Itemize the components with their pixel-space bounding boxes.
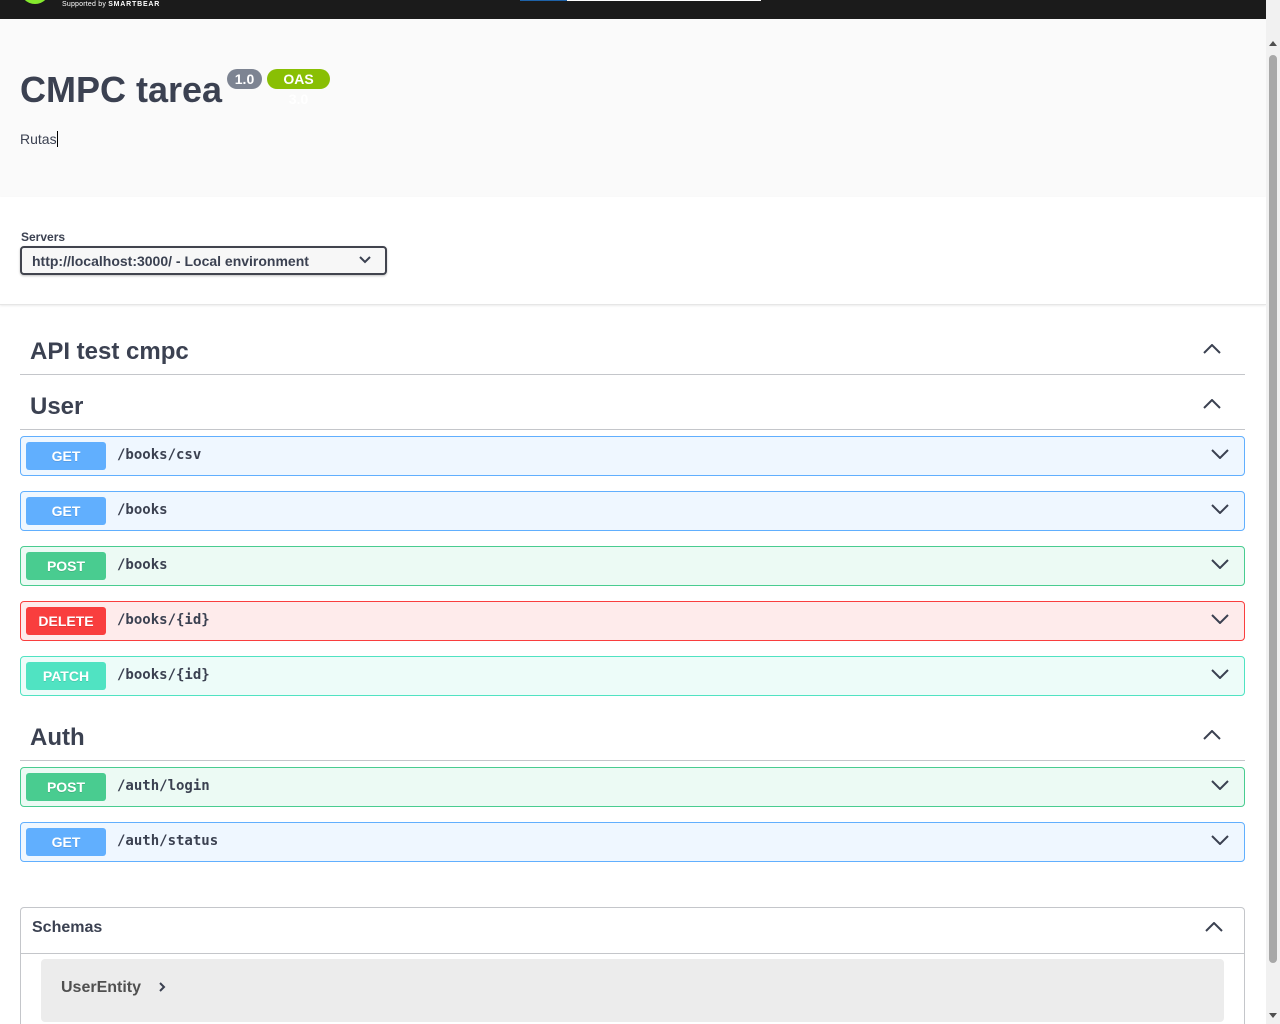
page-scrollbar[interactable] (1266, 0, 1280, 1024)
operation-patch-books-id[interactable]: PATCH /books/{id} (20, 656, 1245, 696)
chevron-down-icon (1211, 504, 1229, 514)
operation-get-auth-status[interactable]: GET /auth/status (20, 822, 1245, 862)
tag-title: API test cmpc (30, 338, 189, 365)
operation-get-books-csv[interactable]: GET /books/csv (20, 436, 1245, 476)
tag-title: Auth (30, 724, 85, 751)
servers-label: Servers (21, 230, 66, 244)
chevron-down-icon (1211, 835, 1229, 845)
schemas-section: Schemas UserEntity (20, 907, 1245, 1024)
scrollbar-thumb[interactable] (1269, 55, 1277, 963)
operation-get-books[interactable]: GET /books (20, 491, 1245, 531)
operation-post-auth-login[interactable]: POST /auth/login (20, 767, 1245, 807)
tag-header-user[interactable]: User (20, 385, 1245, 430)
method-badge: GET (26, 497, 106, 525)
operation-path: /books/csv (117, 447, 202, 463)
chevron-down-icon (1211, 449, 1229, 459)
chevron-down-icon (1211, 669, 1229, 679)
operation-path: /auth/login (117, 778, 210, 794)
explore-button[interactable] (520, 0, 567, 1)
scroll-up-arrow-icon[interactable] (1269, 41, 1277, 46)
operation-path: /auth/status (117, 833, 219, 849)
text-cursor-icon (56, 131, 58, 147)
model-user-entity[interactable]: UserEntity (41, 959, 1224, 1022)
operation-path: /books (117, 502, 168, 518)
schemas-title: Schemas (32, 919, 103, 936)
info-section: CMPC tarea 1.0 OAS 3.0 Rutas (0, 19, 1266, 197)
tag-title: User (30, 393, 84, 420)
scroll-down-arrow-icon[interactable] (1269, 1013, 1277, 1018)
chevron-up-icon (1203, 344, 1221, 354)
tag-header-auth[interactable]: Auth (20, 716, 1245, 761)
model-name: UserEntity (61, 979, 142, 996)
version-badge: 1.0 (227, 69, 262, 89)
chevron-right-icon (159, 982, 166, 992)
method-badge: PATCH (26, 662, 106, 690)
method-badge: GET (26, 828, 106, 856)
chevron-down-icon (1211, 780, 1229, 790)
operation-path: /books/{id} (117, 667, 210, 683)
operation-post-books[interactable]: POST /books (20, 546, 1245, 586)
method-badge: POST (26, 773, 106, 801)
chevron-up-icon (1203, 399, 1221, 409)
servers-selected-value: http://localhost:3000/ - Local environme… (32, 253, 309, 269)
definition-url-input[interactable] (567, 0, 761, 1)
method-badge: DELETE (26, 607, 106, 635)
servers-section: Servers http://localhost:3000/ - Local e… (0, 197, 1266, 305)
chevron-down-icon (359, 256, 371, 264)
logo-tagline: Supported by SMARTBEAR (62, 1, 161, 8)
topbar: Supported by SMARTBEAR (0, 0, 1266, 19)
operation-path: /books/{id} (117, 612, 210, 628)
api-description: Rutas (20, 131, 58, 147)
chevron-down-icon (1211, 614, 1229, 624)
method-badge: POST (26, 552, 106, 580)
operation-delete-books-id[interactable]: DELETE /books/{id} (20, 601, 1245, 641)
chevron-up-icon (1205, 922, 1223, 932)
servers-select[interactable]: http://localhost:3000/ - Local environme… (20, 246, 387, 275)
operation-path: /books (117, 557, 168, 573)
oas-badge: OAS 3.0 (267, 69, 330, 107)
tag-header-api-test-cmpc[interactable]: API test cmpc (20, 330, 1245, 375)
schemas-header[interactable]: Schemas (21, 908, 1244, 954)
chevron-up-icon (1203, 730, 1221, 740)
chevron-down-icon (1211, 559, 1229, 569)
method-badge: GET (26, 442, 106, 470)
page-title: CMPC tarea (20, 69, 223, 110)
swagger-logo-icon[interactable] (20, 0, 50, 4)
